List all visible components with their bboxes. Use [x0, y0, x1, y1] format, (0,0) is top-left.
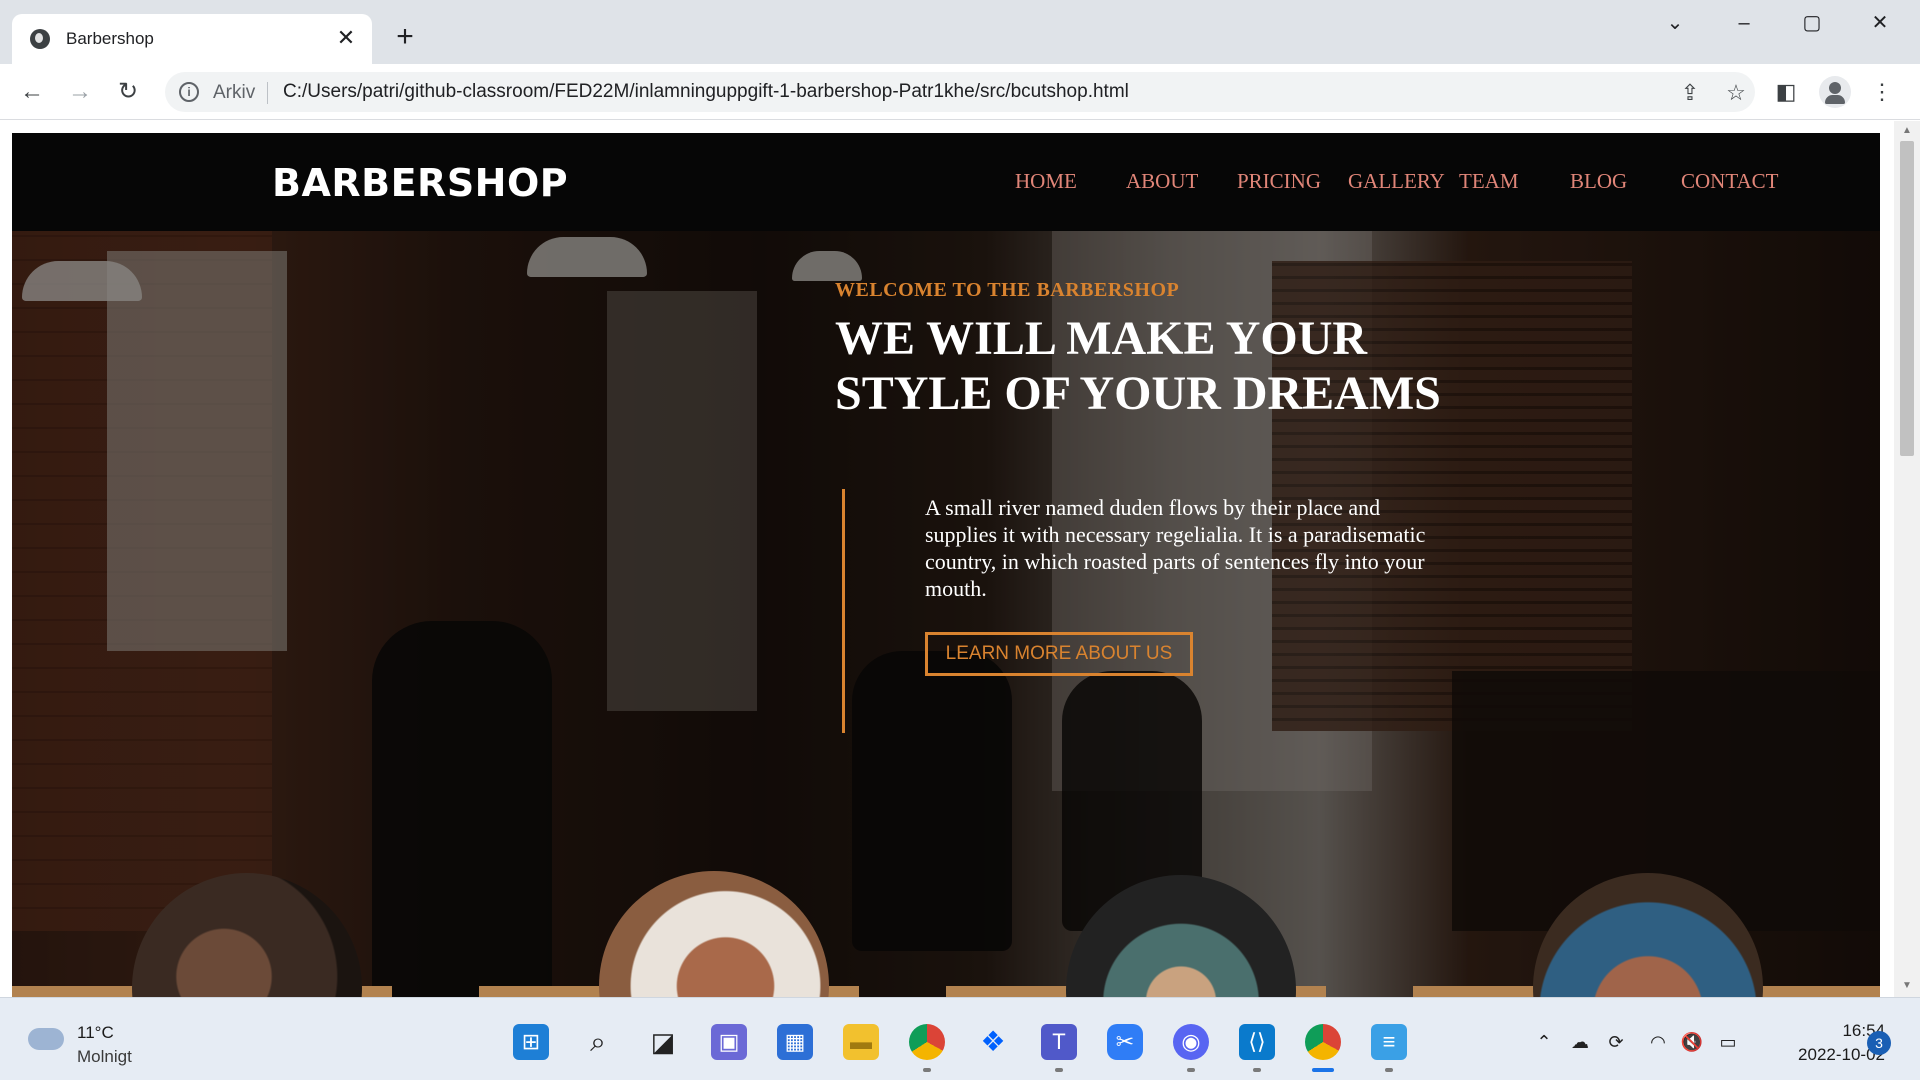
learn-more-button[interactable]: LEARN MORE ABOUT US — [925, 632, 1193, 676]
dropbox-icon[interactable]: ❖ — [975, 1024, 1011, 1060]
reload-icon[interactable]: ↻ — [110, 74, 146, 110]
speaker-muted-icon[interactable]: 🔇 — [1680, 1031, 1704, 1053]
info-icon[interactable]: i — [179, 82, 199, 102]
browser-toolbar: ← → ↻ i Arkiv C:/Users/patri/github-clas… — [0, 64, 1920, 120]
page-scrollbar[interactable]: ▲ ▼ — [1894, 121, 1920, 997]
hero-accent-line — [842, 489, 845, 733]
notepad-icon[interactable]: ≡ — [1371, 1024, 1407, 1060]
battery-icon[interactable]: ▭ — [1716, 1031, 1740, 1053]
site-header: BARBERSHOP HOME ABOUT PRICING GALLERY TE… — [12, 133, 1880, 231]
running-indicator — [923, 1068, 931, 1072]
weather-description[interactable]: Molnigt — [77, 1047, 132, 1067]
scroll-down-icon[interactable]: ▼ — [1900, 979, 1914, 993]
profile-avatar-icon[interactable] — [1819, 76, 1851, 108]
onedrive-cloud-icon[interactable]: ☁ — [1568, 1031, 1592, 1053]
windows-start-icon[interactable]: ⊞ — [513, 1024, 549, 1060]
hero-lead-text: A small river named duden flows by their… — [925, 495, 1426, 601]
teams-icon[interactable]: T — [1041, 1024, 1077, 1060]
search-icon[interactable]: ⌕ — [580, 1024, 616, 1060]
site-logo[interactable]: BARBERSHOP — [272, 161, 568, 205]
windows-taskbar: 11°C Molnigt ⊞ ⌕ ◪ ▣ ▦ ▬ ❖ T ✂ ◉ ⟨⟩ ≡ ⌃ … — [0, 997, 1920, 1080]
clock-date[interactable]: 2022-10-02 — [1760, 1045, 1885, 1065]
nav-gallery[interactable]: GALLERY — [1348, 169, 1445, 194]
wifi-icon[interactable]: ◠ — [1646, 1031, 1670, 1053]
close-window-button[interactable]: ✕ — [1860, 8, 1900, 38]
notification-badge[interactable]: 3 — [1867, 1031, 1891, 1055]
scrollbar-thumb[interactable] — [1900, 141, 1914, 456]
omnibox-scheme: Arkiv — [213, 82, 256, 103]
nav-blog[interactable]: BLOG — [1570, 169, 1627, 194]
minimize-button[interactable]: – — [1724, 8, 1764, 38]
hero-eyebrow: WELCOME TO THE BARBERSHOP — [835, 279, 1180, 301]
back-arrow-icon[interactable]: ← — [14, 74, 50, 110]
weather-temperature[interactable]: 11°C — [77, 1023, 114, 1043]
nav-about[interactable]: ABOUT — [1126, 169, 1198, 194]
menu-dots-icon[interactable]: ⋮ — [1864, 74, 1900, 110]
chevron-up-icon[interactable]: ⌃ — [1532, 1031, 1556, 1053]
task-view-icon[interactable]: ◪ — [645, 1024, 681, 1060]
chrome-icon[interactable] — [909, 1024, 945, 1060]
page-viewport: BARBERSHOP HOME ABOUT PRICING GALLERY TE… — [0, 121, 1920, 997]
chat-icon[interactable]: ▣ — [711, 1024, 747, 1060]
running-indicator — [1385, 1068, 1393, 1072]
hero-headline: WE WILL MAKE YOUR STYLE OF YOUR DREAMS — [835, 312, 1441, 420]
close-tab-icon[interactable]: ✕ — [332, 24, 360, 52]
sync-icon[interactable]: ⟳ — [1604, 1031, 1628, 1053]
omnibox-divider — [267, 82, 268, 104]
address-bar[interactable]: i Arkiv C:/Users/patri/github-classroom/… — [165, 72, 1755, 112]
browser-tabstrip: Barbershop ✕ + ⌄ – ▢ ✕ — [0, 0, 1920, 64]
new-tab-button[interactable]: + — [390, 22, 420, 52]
running-indicator — [1253, 1068, 1261, 1072]
snipping-tool-icon[interactable]: ✂ — [1107, 1024, 1143, 1060]
scroll-up-icon[interactable]: ▲ — [1900, 124, 1914, 138]
running-indicator — [1055, 1068, 1063, 1072]
share-icon[interactable]: ⇪ — [1677, 82, 1703, 104]
chrome-active-icon[interactable] — [1305, 1024, 1341, 1060]
vscode-icon[interactable]: ⟨⟩ — [1239, 1024, 1275, 1060]
nav-contact[interactable]: CONTACT — [1681, 169, 1778, 194]
barbershop-site: BARBERSHOP HOME ABOUT PRICING GALLERY TE… — [12, 133, 1880, 997]
url-text[interactable]: C:/Users/patri/github-classroom/FED22M/i… — [283, 81, 1129, 103]
globe-icon — [30, 29, 50, 49]
running-indicator — [1187, 1068, 1195, 1072]
bookmark-star-icon[interactable]: ☆ — [1723, 82, 1749, 104]
nav-pricing[interactable]: PRICING — [1237, 169, 1321, 194]
active-app-indicator — [1312, 1068, 1334, 1072]
forward-arrow-icon[interactable]: → — [62, 74, 98, 110]
nav-home[interactable]: HOME — [1015, 169, 1077, 194]
tab-search-icon[interactable]: ⌄ — [1655, 8, 1695, 38]
folder-icon[interactable]: ▬ — [843, 1024, 879, 1060]
maximize-button[interactable]: ▢ — [1792, 8, 1832, 38]
tab-title: Barbershop — [66, 29, 154, 48]
discord-icon[interactable]: ◉ — [1173, 1024, 1209, 1060]
store-icon[interactable]: ▦ — [777, 1024, 813, 1060]
browser-tab[interactable]: Barbershop ✕ — [12, 14, 372, 64]
nav-team[interactable]: TEAM — [1459, 169, 1519, 194]
cloud-icon[interactable] — [28, 1028, 64, 1050]
side-panel-icon[interactable]: ◧ — [1768, 74, 1804, 110]
